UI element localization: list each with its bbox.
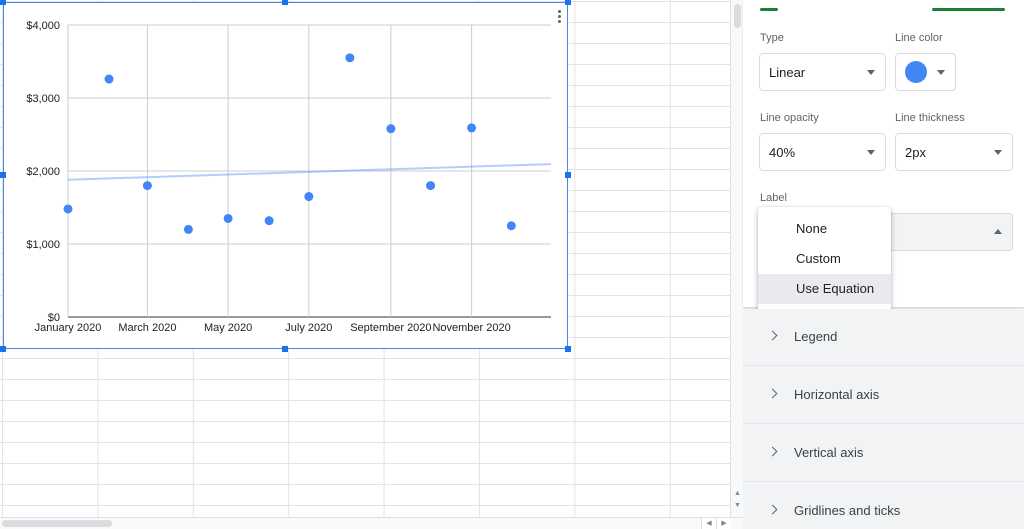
line-opacity-label: Line opacity: [760, 112, 819, 124]
caret-down-icon: [994, 150, 1002, 155]
section-vertical-axis[interactable]: Vertical axis: [743, 425, 1024, 482]
menu-item-none[interactable]: None: [758, 214, 891, 244]
x-tick-label: November 2020: [432, 322, 510, 334]
resize-handle-bottom-middle[interactable]: [282, 346, 288, 352]
data-point: [506, 221, 516, 231]
caret-down-icon: [937, 70, 945, 75]
y-tick-label: $3,000: [26, 93, 60, 105]
sheets-app: $0 $1,000 $2,000 $3,000 $4,000 January 2020 Ma…: [0, 0, 1024, 529]
resize-handle-bottom-right[interactable]: [565, 346, 571, 352]
line-thickness-select[interactable]: 2px: [895, 133, 1013, 171]
scroll-left-arrow-icon[interactable]: ◀: [701, 518, 716, 529]
type-label: Type: [760, 32, 784, 44]
data-point: [142, 181, 152, 191]
chart-container[interactable]: $0 $1,000 $2,000 $3,000 $4,000 January 2020 Ma…: [3, 2, 568, 349]
resize-handle-middle-left[interactable]: [0, 172, 6, 178]
line-opacity-select[interactable]: 40%: [759, 133, 886, 171]
section-vertical-axis-title: Vertical axis: [794, 445, 864, 460]
vertical-scrollbar-thumb[interactable]: [734, 4, 741, 28]
resize-handle-bottom-left[interactable]: [0, 346, 6, 352]
section-legend[interactable]: Legend: [743, 309, 1024, 366]
horizontal-scrollbar-thumb[interactable]: [2, 520, 112, 527]
label-label: Label: [760, 192, 787, 204]
data-point: [426, 181, 436, 191]
caret-up-icon: [994, 229, 1002, 234]
line-color-swatch: [905, 61, 927, 83]
type-select-value: Linear: [769, 65, 806, 80]
caret-down-icon: [867, 150, 875, 155]
scatter-chart: $0$1,000$2,000$3,000$4,000January 2020 Ma…: [26, 20, 552, 334]
data-point: [386, 124, 396, 134]
resize-handle-middle-right[interactable]: [565, 172, 571, 178]
menu-item-custom[interactable]: Custom: [758, 244, 891, 274]
resize-handle-top-right[interactable]: [565, 0, 571, 5]
x-tick-label: January 2020: [35, 322, 102, 334]
horizontal-scrollbar[interactable]: ◀ ▶: [0, 517, 743, 529]
y-tick-label: $1,000: [26, 239, 60, 251]
data-point: [467, 123, 477, 133]
data-point: [264, 216, 274, 226]
line-thickness-label: Line thickness: [895, 112, 965, 124]
active-tab-underline: [932, 8, 1005, 11]
type-select[interactable]: Linear: [759, 53, 886, 91]
label-select[interactable]: [883, 213, 1013, 251]
x-tick-label: September 2020: [350, 322, 431, 334]
data-point: [183, 224, 193, 234]
x-tick-label: March 2020: [118, 322, 176, 334]
x-tick-label: July 2020: [285, 322, 332, 334]
chevron-right-icon: [767, 330, 778, 341]
section-horizontal-axis[interactable]: Horizontal axis: [743, 367, 1024, 424]
vertical-scrollbar[interactable]: ▲ ▼: [730, 0, 744, 517]
series-tab-indicator: [760, 8, 778, 11]
data-point: [304, 192, 314, 202]
data-point: [63, 204, 73, 214]
section-horizontal-axis-title: Horizontal axis: [794, 387, 880, 402]
caret-down-icon: [867, 70, 875, 75]
y-tick-label: $4,000: [26, 20, 60, 32]
resize-handle-top-middle[interactable]: [282, 0, 288, 5]
section-gridlines-title: Gridlines and ticks: [794, 503, 901, 518]
line-opacity-value: 40%: [769, 145, 796, 160]
chevron-right-icon: [767, 446, 778, 457]
scroll-right-arrow-icon[interactable]: ▶: [716, 518, 731, 529]
section-legend-title: Legend: [794, 329, 838, 344]
data-point: [345, 53, 355, 63]
section-gridlines-and-ticks[interactable]: Gridlines and ticks: [743, 483, 1024, 529]
line-color-select[interactable]: [895, 53, 956, 91]
trendline: [67, 163, 552, 181]
chevron-right-icon: [767, 504, 778, 515]
menu-item-use-equation[interactable]: Use Equation: [758, 274, 891, 304]
line-color-label: Line color: [895, 32, 943, 44]
label-dropdown-menu: None Custom Use Equation: [758, 207, 891, 311]
data-point: [223, 213, 233, 223]
line-thickness-value: 2px: [905, 145, 926, 160]
data-point: [104, 74, 114, 84]
chevron-right-icon: [767, 388, 778, 399]
y-tick-label: $2,000: [26, 166, 60, 178]
resize-handle-top-left[interactable]: [0, 0, 6, 5]
x-tick-label: May 2020: [204, 322, 252, 334]
chart-menu-icon[interactable]: [556, 10, 562, 28]
